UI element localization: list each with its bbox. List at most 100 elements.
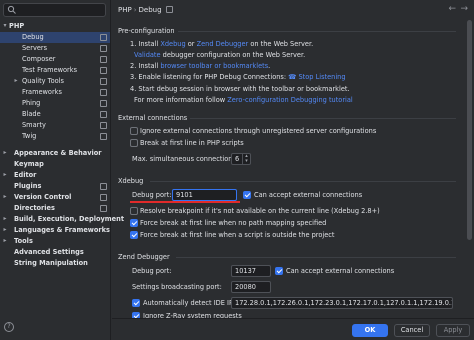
- project-settings-icon: [100, 122, 107, 129]
- sidebar-item-editor[interactable]: ▸ Editor: [0, 170, 110, 181]
- sidebar-item-php[interactable]: ▾ PHP: [0, 21, 110, 32]
- project-settings-icon: [100, 67, 107, 74]
- section-divider: [178, 31, 456, 32]
- sidebar-item-composer[interactable]: Composer: [0, 54, 110, 65]
- ok-button[interactable]: OK: [352, 324, 388, 337]
- project-settings-icon: [100, 133, 107, 140]
- xdebug-port-input[interactable]: 9101: [172, 189, 237, 201]
- cancel-button[interactable]: Cancel: [394, 324, 430, 337]
- zend-port-label: Debug port:: [132, 267, 172, 275]
- xdebug-link[interactable]: Xdebug: [160, 40, 185, 48]
- chevron-right-icon: ▸: [3, 171, 7, 178]
- sidebar-item-keymap[interactable]: Keymap: [0, 159, 110, 170]
- ide-ip-input[interactable]: 172.28.0.1,172.26.0.1,172.23.0.1,172.17.…: [231, 297, 453, 309]
- preconfig-step-4: 4. Start debug session in browser with t…: [130, 85, 350, 93]
- resolve-breakpoint-label: Resolve breakpoint if it's not available…: [140, 207, 380, 215]
- break-first-line-checkbox[interactable]: [130, 139, 138, 147]
- zend-debugger-link[interactable]: Zend Debugger: [197, 40, 249, 48]
- breadcrumb-current: Debug: [138, 6, 162, 14]
- settings-sidebar: ▾ PHP Debug Servers Composer Test Framew…: [0, 0, 124, 340]
- sidebar-item-tools[interactable]: ▸ Tools: [0, 236, 110, 247]
- annotation-underline: [130, 201, 240, 203]
- ignore-external-label: Ignore external connections through unre…: [140, 127, 377, 135]
- validate-link[interactable]: Validate: [134, 51, 161, 59]
- force-break-outside-checkbox[interactable]: [130, 231, 138, 239]
- broadcast-port-input[interactable]: 20080: [231, 281, 271, 293]
- sidebar-item-directories[interactable]: Directories: [0, 203, 110, 214]
- apply-button[interactable]: Apply: [436, 324, 470, 337]
- zend-accept-checkbox[interactable]: [275, 267, 283, 275]
- preconfig-step-1: 1. Install Xdebug or Zend Debugger on th…: [130, 40, 314, 48]
- preconfig-step-2: 2. Install browser toolbar or bookmarkle…: [130, 62, 271, 70]
- sidebar-item-plugins[interactable]: Plugins: [0, 181, 110, 192]
- sidebar-item-phing[interactable]: Phing: [0, 98, 110, 109]
- force-break-no-mapping-checkbox[interactable]: [130, 219, 138, 227]
- spinner-arrows-icon[interactable]: ▴ ▾: [242, 154, 250, 164]
- project-settings-icon: [100, 89, 107, 96]
- xdebug-port-label: Debug port:: [132, 191, 172, 199]
- search-icon: [7, 5, 16, 14]
- zend-port-input[interactable]: 10137: [231, 265, 271, 277]
- project-settings-icon: [100, 183, 107, 190]
- project-settings-icon: [100, 100, 107, 107]
- sidebar-item-debug[interactable]: Debug: [0, 32, 110, 43]
- project-settings-icon: [100, 194, 107, 201]
- sidebar-item-twig[interactable]: Twig: [0, 131, 110, 142]
- sidebar-item-advanced-settings[interactable]: Advanced Settings: [0, 247, 110, 258]
- break-first-line-label: Break at first line in PHP scripts: [140, 139, 244, 147]
- sidebar-item-test-frameworks[interactable]: Test Frameworks: [0, 65, 110, 76]
- project-settings-icon: [100, 45, 107, 52]
- xdebug-section-title: Xdebug: [118, 177, 456, 185]
- listening-phone-icon: ☎: [288, 73, 297, 81]
- dialog-footer: OK Cancel Apply: [112, 318, 474, 340]
- preconfig-tutorial: For more information follow Zero-configu…: [134, 96, 353, 104]
- breadcrumb: PHP › Debug: [118, 4, 173, 16]
- sidebar-item-frameworks[interactable]: Frameworks: [0, 87, 110, 98]
- section-divider: [150, 181, 456, 182]
- sidebar-item-blade[interactable]: Blade: [0, 109, 110, 120]
- sidebar-item-languages[interactable]: ▸ Languages & Frameworks: [0, 225, 110, 236]
- project-settings-icon: [100, 111, 107, 118]
- vertical-scrollbar[interactable]: [467, 20, 472, 240]
- max-connections-spinner[interactable]: 6 ▴ ▾: [231, 153, 251, 165]
- sidebar-item-string-manipulation[interactable]: String Manipulation: [0, 258, 110, 269]
- chevron-down-icon: ▾: [3, 22, 7, 29]
- chevron-right-icon: ▸: [3, 149, 7, 156]
- external-section-title: External connections: [118, 114, 456, 122]
- resolve-breakpoint-checkbox[interactable]: [130, 207, 138, 215]
- sidebar-item-build[interactable]: ▸ Build, Execution, Deployment: [0, 214, 124, 225]
- sidebar-item-quality-tools[interactable]: ▸ Quality Tools: [0, 76, 110, 87]
- ignore-external-checkbox[interactable]: [130, 127, 138, 135]
- preconfig-validate: Validate debugger configuration on the W…: [134, 51, 306, 59]
- sidebar-item-servers[interactable]: Servers: [0, 43, 110, 54]
- forward-arrow-icon[interactable]: →: [460, 4, 468, 14]
- sidebar-item-version-control[interactable]: ▸ Version Control: [0, 192, 110, 203]
- project-settings-icon: [100, 205, 107, 212]
- project-settings-icon: [100, 56, 107, 63]
- settings-content: PHP › Debug ← → Pre-configuration 1. Insta…: [112, 0, 474, 340]
- broadcast-port-label: Settings broadcasting port:: [132, 283, 222, 291]
- chevron-right-icon: ▸: [14, 77, 18, 84]
- browser-toolbar-link[interactable]: browser toolbar or bookmarklets: [160, 62, 268, 70]
- preconfig-section-title: Pre-configuration: [118, 27, 456, 35]
- tutorial-link[interactable]: Zero-configuration Debugging tutorial: [227, 96, 352, 104]
- detect-ip-checkbox[interactable]: [132, 299, 140, 307]
- zend-section-title: Zend Debugger: [118, 253, 456, 261]
- sidebar-item-appearance[interactable]: ▸ Appearance & Behavior: [0, 148, 110, 159]
- project-settings-icon: [100, 34, 107, 41]
- chevron-right-icon: ▸: [3, 215, 7, 222]
- section-divider: [190, 118, 456, 119]
- help-icon[interactable]: ?: [4, 322, 14, 332]
- zend-accept-label: Can accept external connections: [286, 267, 395, 275]
- stop-listening-link[interactable]: Stop Listening: [299, 73, 346, 81]
- breadcrumb-parent[interactable]: PHP: [118, 6, 132, 14]
- xdebug-accept-checkbox[interactable]: [243, 191, 251, 199]
- chevron-right-icon: ▸: [3, 193, 7, 200]
- sidebar-item-smarty[interactable]: Smarty: [0, 120, 110, 131]
- xdebug-accept-label: Can accept external connections: [254, 191, 363, 199]
- chevron-right-icon: ▸: [3, 226, 7, 233]
- detect-ip-label: Automatically detect IDE IP:: [143, 299, 236, 307]
- preconfig-step-3: 3. Enable listening for PHP Debug Connec…: [130, 73, 346, 81]
- back-arrow-icon[interactable]: ←: [448, 4, 456, 14]
- settings-search-input[interactable]: [3, 3, 106, 17]
